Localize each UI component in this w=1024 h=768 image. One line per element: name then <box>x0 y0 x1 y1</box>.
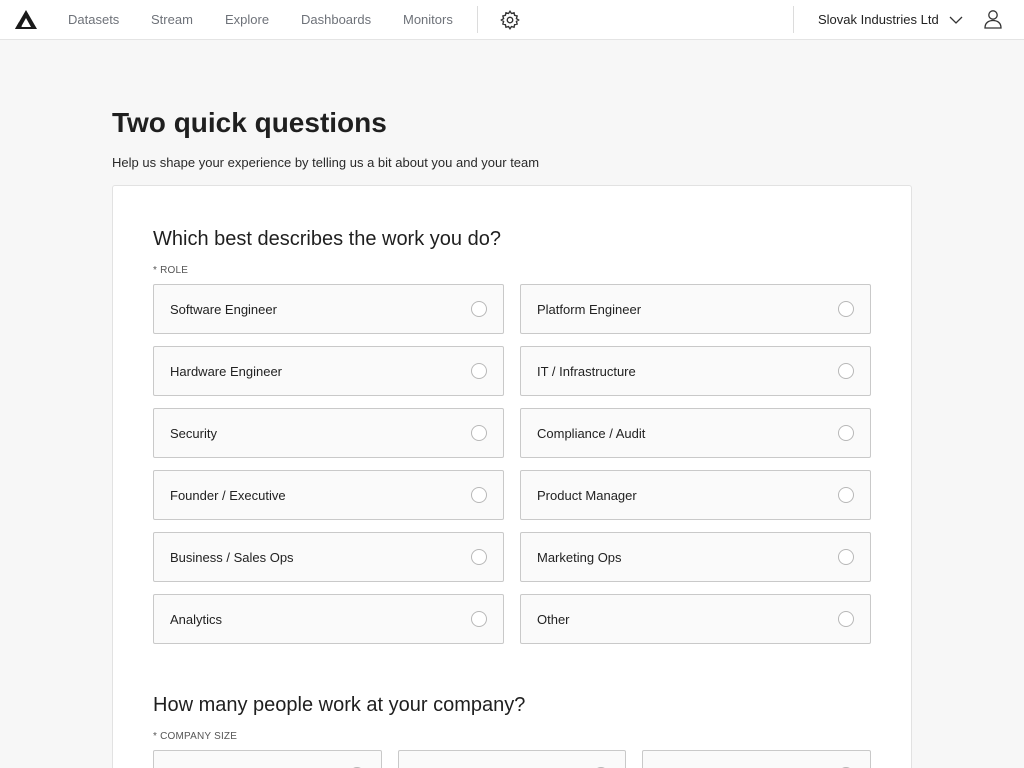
gear-icon[interactable] <box>499 9 521 31</box>
role-field-label: * ROLE <box>153 265 189 276</box>
role-option-platform-engineer[interactable]: Platform Engineer <box>520 284 871 334</box>
role-option-label: Founder / Executive <box>170 488 286 503</box>
role-option-hardware-engineer[interactable]: Hardware Engineer <box>153 346 504 396</box>
radio-button[interactable] <box>471 425 487 441</box>
role-option-compliance-audit[interactable]: Compliance / Audit <box>520 408 871 458</box>
role-option-analytics[interactable]: Analytics <box>153 594 504 644</box>
page-title: Two quick questions <box>112 107 387 138</box>
role-option-business-sales-ops[interactable]: Business / Sales Ops <box>153 532 504 582</box>
nav-stream-link[interactable]: Stream <box>151 12 193 27</box>
company-size-option[interactable] <box>398 750 626 768</box>
radio-button[interactable] <box>471 487 487 503</box>
radio-button[interactable] <box>471 611 487 627</box>
role-option-it-infrastructure[interactable]: IT / Infrastructure <box>520 346 871 396</box>
nav-monitors-link[interactable]: Monitors <box>403 12 453 27</box>
radio-button[interactable] <box>471 301 487 317</box>
radio-button[interactable] <box>838 363 854 379</box>
role-option-label: IT / Infrastructure <box>537 364 636 379</box>
role-option-label: Business / Sales Ops <box>170 550 294 565</box>
role-option-marketing-ops[interactable]: Marketing Ops <box>520 532 871 582</box>
role-option-label: Compliance / Audit <box>537 426 646 441</box>
role-option-label: Other <box>537 612 570 627</box>
radio-button[interactable] <box>838 549 854 565</box>
user-icon[interactable] <box>982 8 1004 30</box>
role-question-title: Which best describes the work you do? <box>153 228 501 250</box>
company-size-option[interactable] <box>642 750 871 768</box>
role-option-label: Marketing Ops <box>537 550 622 565</box>
nav-divider <box>477 6 478 33</box>
nav-dashboards-link[interactable]: Dashboards <box>301 12 371 27</box>
org-name[interactable]: Slovak Industries Ltd <box>818 12 939 27</box>
role-option-label: Security <box>170 426 217 441</box>
nav-datasets-link[interactable]: Datasets <box>68 12 119 27</box>
company-size-question-title: How many people work at your company? <box>153 694 526 716</box>
role-option-product-manager[interactable]: Product Manager <box>520 470 871 520</box>
role-option-security[interactable]: Security <box>153 408 504 458</box>
role-option-label: Software Engineer <box>170 302 277 317</box>
radio-button[interactable] <box>471 549 487 565</box>
role-option-label: Analytics <box>170 612 223 627</box>
page-subtitle: Help us shape your experience by telling… <box>112 155 540 170</box>
top-nav-bar: Datasets Stream Explore Dashboards Monit… <box>0 0 1024 40</box>
role-option-other[interactable]: Other <box>520 594 871 644</box>
role-option-label: Hardware Engineer <box>170 364 283 379</box>
radio-button[interactable] <box>838 425 854 441</box>
company-size-field-label: * COMPANY SIZE <box>153 731 238 742</box>
role-option-label: Platform Engineer <box>537 302 642 317</box>
logo-icon[interactable] <box>14 9 38 31</box>
chevron-down-icon[interactable] <box>948 14 964 26</box>
nav-divider <box>793 6 794 33</box>
company-size-option[interactable] <box>153 750 382 768</box>
role-option-software-engineer[interactable]: Software Engineer <box>153 284 504 334</box>
role-option-label: Product Manager <box>537 488 637 503</box>
radio-button[interactable] <box>471 363 487 379</box>
radio-button[interactable] <box>838 611 854 627</box>
survey-card: Which best describes the work you do? * … <box>112 185 912 768</box>
role-option-founder-executive[interactable]: Founder / Executive <box>153 470 504 520</box>
radio-button[interactable] <box>838 487 854 503</box>
radio-button[interactable] <box>838 301 854 317</box>
nav-explore-link[interactable]: Explore <box>225 12 269 27</box>
